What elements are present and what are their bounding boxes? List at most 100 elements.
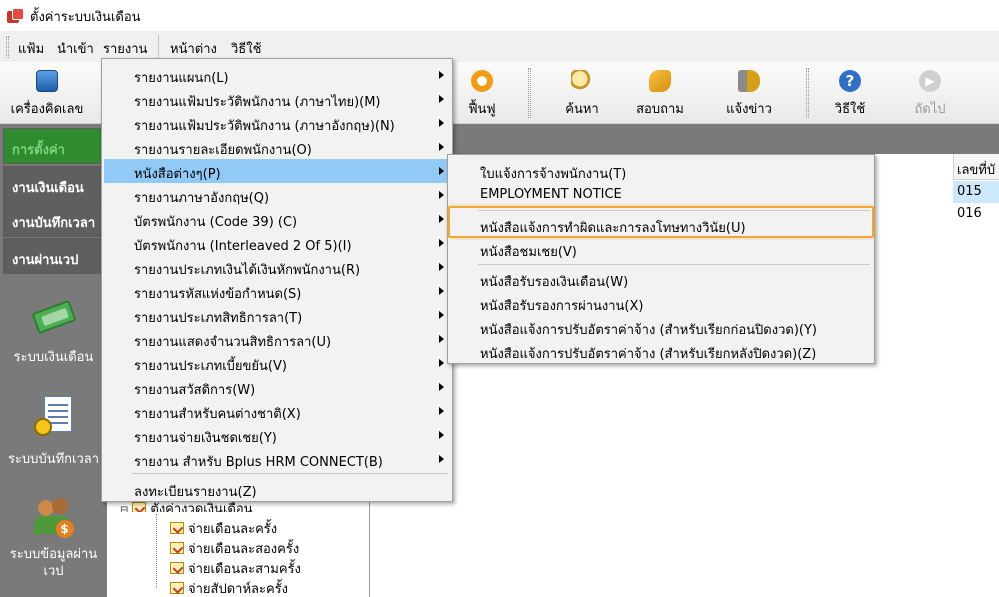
- notify-button[interactable]: แจ้งข่าว: [718, 66, 780, 120]
- menu-item-leave-count[interactable]: รายงานแสดงจำนวนสิทธิการลา(U): [104, 327, 450, 351]
- menu-item-employee-file-thai[interactable]: รายงานแฟ้มประวัติพนักงาน (ภาษาไทย)(M): [104, 87, 450, 111]
- chevron-right-icon: [439, 143, 444, 151]
- tree-node[interactable]: จ่ายเดือนละครั้ง: [170, 518, 277, 539]
- menubar-separator: [158, 35, 159, 59]
- submenu-item-salary-certificate[interactable]: หนังสือรับรองเงินเดือน(W): [450, 267, 872, 291]
- tab-timesheet[interactable]: งานบันทึกเวลา: [3, 201, 104, 237]
- tree-node[interactable]: จ่ายเดือนละสามครั้ง: [170, 558, 301, 579]
- menubar-grip: [6, 36, 9, 58]
- submenu-item-wage-adjust-before[interactable]: หนังสือแจ้งการปรับอัตราค่าจ้าง (สำหรับเร…: [450, 315, 872, 339]
- chevron-right-icon: [439, 239, 444, 247]
- restore-button[interactable]: ฟื้นฟู: [452, 66, 512, 120]
- tab-payroll[interactable]: งานเงินเดือน: [3, 166, 104, 202]
- grid-header: เลขที่บั: [957, 163, 996, 178]
- module-payroll-label: ระบบเงินเดือน: [13, 350, 94, 365]
- menu-item-compensation[interactable]: รายงานจ่ายเงินชดเชย(Y): [104, 423, 450, 447]
- next-arrow-icon: ▶: [919, 70, 941, 92]
- tab-web[interactable]: งานผ่านเวป: [3, 238, 104, 274]
- chevron-right-icon: [439, 215, 444, 223]
- menu-item-department-report[interactable]: รายงานแผนก(L): [104, 63, 450, 87]
- menu-item-employee-detail[interactable]: รายงานรายละเอียดพนักงาน(O): [104, 135, 450, 159]
- help-icon: ?: [839, 70, 861, 92]
- menu-item-income-deduction-type[interactable]: รายงานประเภทเงินได้เงินหักพนักงาน(R): [104, 255, 450, 279]
- report-icon: [170, 522, 184, 534]
- menu-separator: [478, 264, 870, 265]
- people-money-icon: $: [30, 496, 78, 540]
- chevron-right-icon: [439, 263, 444, 271]
- chevron-right-icon: [439, 119, 444, 127]
- toolbar-grip: [528, 68, 531, 118]
- chevron-right-icon: [439, 407, 444, 415]
- menu-separator: [132, 473, 448, 474]
- grid-cell[interactable]: 015: [953, 181, 999, 203]
- menu-item-foreigner[interactable]: รายงานสำหรับคนต่างชาติ(X): [104, 399, 450, 423]
- submenu-item-employment-letter[interactable]: ใบแจ้งการจ้างพนักงาน(T): [450, 159, 872, 183]
- menu-item-letters[interactable]: หนังสือต่างๆ(P): [104, 159, 450, 183]
- module-timesheet[interactable]: ระบบบันทึกเวลา: [0, 396, 107, 469]
- menu-file[interactable]: แฟ้ม: [18, 38, 44, 59]
- search-button[interactable]: ค้นหา: [552, 66, 612, 120]
- chevron-right-icon: [439, 431, 444, 439]
- money-icon: [30, 296, 78, 340]
- chevron-right-icon: [439, 311, 444, 319]
- chevron-right-icon: [439, 71, 444, 79]
- report-menu: รายงานแผนก(L) รายงานแฟ้มประวัติพนักงาน (…: [101, 58, 453, 502]
- chevron-right-icon: [439, 383, 444, 391]
- calculator-icon: [36, 70, 58, 92]
- search-icon: [571, 70, 593, 92]
- menu-import[interactable]: นำเข้า: [57, 38, 94, 59]
- grid-cell[interactable]: 016: [953, 203, 999, 225]
- report-icon: [170, 562, 184, 574]
- menu-item-hrm-connect[interactable]: รายงาน สำหรับ Bplus HRM CONNECT(B): [104, 447, 450, 471]
- chevron-right-icon: [439, 191, 444, 199]
- menu-report[interactable]: รายงาน: [103, 38, 147, 59]
- menu-window[interactable]: หน้าต่าง: [170, 38, 217, 59]
- menu-item-condition-code[interactable]: รายงานรหัสแห่งข้อกำหนด(S): [104, 279, 450, 303]
- tree-node[interactable]: จ่ายเดือนละสองครั้ง: [170, 538, 299, 559]
- chevron-right-icon: [439, 455, 444, 463]
- menu-item-card-code39[interactable]: บัตรพนักงาน (Code 39) (C): [104, 207, 450, 231]
- tree-connector: [156, 514, 157, 588]
- refresh-icon: [471, 70, 493, 92]
- chevron-right-icon: [439, 359, 444, 367]
- menu-item-english-report[interactable]: รายงานภาษาอังกฤษ(Q): [104, 183, 450, 207]
- menu-item-leave-type[interactable]: รายงานประเภทสิทธิการลา(T): [104, 303, 450, 327]
- chevron-right-icon: [439, 95, 444, 103]
- next-button[interactable]: ▶ ถัดไป: [902, 66, 958, 120]
- submenu-item-commendation-letter[interactable]: หนังสือชมเชย(V): [450, 237, 872, 261]
- collapse-icon: ⊟: [120, 505, 129, 512]
- menu-item-register-report[interactable]: ลงทะเบียนรายงาน(Z): [104, 477, 450, 501]
- module-payroll[interactable]: ระบบเงินเดือน: [0, 296, 107, 367]
- data-grid: เลขที่บั 015 016: [953, 154, 999, 454]
- menu-item-diligence-allowance[interactable]: รายงานประเภทเบี้ยขยัน(V): [104, 351, 450, 375]
- report-icon: [170, 582, 184, 594]
- folder-icon: [132, 502, 147, 512]
- chevron-right-icon: [439, 335, 444, 343]
- toolbar-grip: [806, 68, 809, 118]
- help-button[interactable]: ? วิธีใช้: [822, 66, 878, 120]
- module-web[interactable]: $ ระบบข้อมูลผ่าน เวป: [0, 496, 107, 580]
- document-clock-icon: [30, 396, 78, 440]
- tab-settings[interactable]: การตั้งค่า: [3, 128, 104, 164]
- submenu-item-wage-adjust-after[interactable]: หนังสือแจ้งการปรับอัตราค่าจ้าง (สำหรับเร…: [450, 339, 872, 363]
- phone-icon: [649, 70, 671, 92]
- callout-highlight: [448, 206, 874, 238]
- app-icon: [7, 8, 25, 24]
- module-web-label: ระบบข้อมูลผ่าน เวป: [9, 547, 98, 579]
- tree-node[interactable]: จ่ายสัปดาห์ละครั้ง: [170, 578, 288, 597]
- menu-item-employee-file-english[interactable]: รายงานแฟ้มประวัติพนักงาน (ภาษาอังกฤษ)(N): [104, 111, 450, 135]
- inquire-button[interactable]: สอบถาม: [630, 66, 690, 120]
- submenu-item-employment-notice[interactable]: EMPLOYMENT NOTICE: [450, 183, 872, 207]
- menu-item-card-interleaved[interactable]: บัตรพนักงาน (Interleaved 2 Of 5)(I): [104, 231, 450, 255]
- calculator-button[interactable]: เครื่องคิดเลข: [6, 66, 88, 120]
- left-nav: การตั้งค่า งานเงินเดือน งานบันทึกเวลา งา…: [0, 124, 107, 597]
- report-icon: [170, 542, 184, 554]
- speaker-icon: [738, 70, 760, 92]
- letters-submenu: ใบแจ้งการจ้างพนักงาน(T) EMPLOYMENT NOTIC…: [447, 154, 875, 364]
- submenu-item-work-certificate[interactable]: หนังสือรับรองการผ่านงาน(X): [450, 291, 872, 315]
- window-title: ตั้งค่าระบบเงินเดือน: [30, 10, 141, 25]
- chevron-right-icon: [439, 287, 444, 295]
- menu-item-welfare[interactable]: รายงานสวัสดิการ(W): [104, 375, 450, 399]
- chevron-right-icon: [439, 167, 444, 175]
- menu-help[interactable]: วิธีใช้: [231, 38, 261, 59]
